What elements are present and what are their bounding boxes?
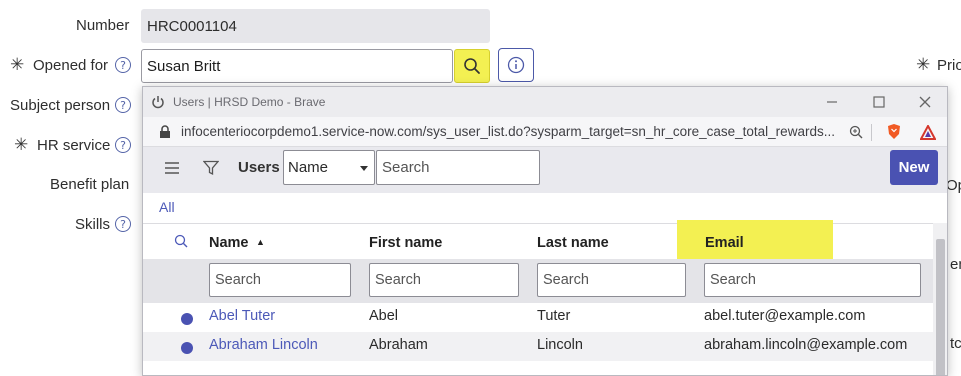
maximize-icon[interactable] [873,96,885,108]
user-email: abel.tuter@example.com [704,308,866,324]
skills-label: Skills [75,216,111,233]
toolbar-divider [871,124,872,141]
lock-icon [160,124,170,138]
table-row[interactable]: Abel Tuter Abel Tuter abel.tuter@example… [143,303,933,332]
zoom-icon[interactable] [849,125,863,139]
close-icon[interactable] [919,96,931,108]
number-label: Number [76,17,130,34]
last-name-column-search[interactable]: Search [537,263,686,297]
first-name-column-search[interactable]: Search [369,263,519,297]
table-row[interactable]: Abraham Lincoln Abraham Lincoln abraham.… [143,332,933,361]
right-edge-fragment-3: tch [950,335,961,352]
column-header-first-name[interactable]: First name [369,235,442,251]
info-icon [507,56,525,74]
hr-service-required-icon: ✳ [14,135,29,154]
rewards-triangle-icon[interactable] [920,125,936,140]
vertical-scrollbar[interactable] [933,223,947,375]
menu-icon[interactable] [164,161,180,175]
email-header-highlight [677,220,833,259]
opened-for-required-icon: ✳ [10,55,25,74]
table-header: Name ▲ First name Last name Email [143,220,933,259]
email-column-search[interactable]: Search [704,263,921,297]
column-header-email[interactable]: Email [705,235,744,251]
popup-title: Users | HRSD Demo - Brave [173,95,326,109]
address-bar[interactable]: infocenteriocorpdemo1.service-now.com/sy… [143,117,947,147]
search-field-selected: Name [288,159,329,176]
opened-for-lookup-button[interactable] [454,49,490,83]
scrollbar-thumb[interactable] [936,239,945,375]
hr-service-label: HR service [37,137,111,154]
search-icon [464,58,480,74]
power-icon [152,96,164,109]
user-first-name: Abraham [369,337,428,353]
user-last-name: Lincoln [537,337,583,353]
new-button[interactable]: New [890,150,938,185]
opened-for-info-button[interactable] [498,48,534,82]
hr-service-help-icon[interactable]: ? [115,137,131,153]
skills-help-icon[interactable]: ? [115,216,131,232]
chevron-down-icon [360,166,368,171]
list-toolbar: Users Name Search New [143,147,947,193]
minimize-icon[interactable] [826,96,838,108]
user-name-link[interactable]: Abraham Lincoln [209,337,318,353]
breadcrumb-all[interactable]: All [159,199,175,215]
name-column-search[interactable]: Search [209,263,351,297]
users-popup-window: Users | HRSD Demo - Brave infocenterioco… [142,86,948,376]
column-header-name[interactable]: Name [209,235,249,251]
list-title: Users [238,159,280,176]
column-search-icon[interactable] [174,234,188,248]
priority-label: Prio [937,57,961,74]
filter-icon[interactable] [203,160,219,176]
subject-person-label: Subject person [10,97,111,114]
sort-ascending-icon: ▲ [256,237,265,247]
user-last-name: Tuter [537,308,571,324]
opened-for-label: Opened for [33,57,109,74]
column-header-last-name[interactable]: Last name [537,235,609,251]
opened-for-help-icon[interactable]: ? [115,57,131,73]
list-search-input[interactable]: Search [376,150,540,185]
right-edge-fragment-1: Ope [946,177,961,194]
column-search-row: Search Search Search Search [143,259,933,303]
right-edge-fragment-2: ene [950,256,961,273]
opened-for-input[interactable]: Susan Britt [141,49,453,83]
benefit-plan-label: Benefit plan [50,176,130,193]
priority-required-icon: ✳ [916,55,931,74]
popup-titlebar[interactable]: Users | HRSD Demo - Brave [143,87,947,117]
breadcrumb: All [143,193,947,223]
search-field-select[interactable]: Name [283,150,375,185]
brave-shield-icon[interactable] [886,123,902,140]
record-status-dot [181,342,193,354]
subject-person-help-icon[interactable]: ? [115,97,131,113]
user-name-link[interactable]: Abel Tuter [209,308,275,324]
user-email: abraham.lincoln@example.com [704,337,908,353]
number-field: HRC0001104 [141,9,490,43]
record-status-dot [181,313,193,325]
url-text: infocenteriocorpdemo1.service-now.com/sy… [181,124,835,139]
user-first-name: Abel [369,308,399,324]
